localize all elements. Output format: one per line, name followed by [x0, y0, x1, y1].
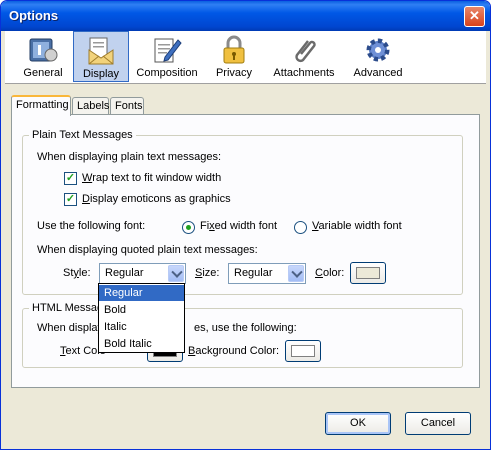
tab-fonts[interactable]: Fonts: [110, 97, 144, 115]
lock-icon: [223, 35, 245, 64]
fixed-width-label-pre: Fi: [200, 220, 210, 232]
variable-width-radio[interactable]: [294, 221, 307, 234]
wrap-text-accesskey: W: [82, 172, 93, 184]
style-select[interactable]: Regular: [99, 263, 186, 284]
style-dropdown-list: Regular Bold Italic Bold Italic: [98, 283, 185, 353]
style-label-rest: le:: [78, 267, 91, 279]
html-messages-group: HTML Messag When display es, use the fol…: [22, 302, 463, 368]
tab-formatting[interactable]: Formatting: [11, 95, 71, 116]
background-color-label-rest: ackground Color:: [195, 345, 280, 357]
quoted-color-button[interactable]: [350, 262, 386, 284]
style-option-bold[interactable]: Bold: [99, 302, 184, 318]
size-select-value: Regular: [234, 267, 273, 279]
fixed-width-label[interactable]: Fixed width font: [200, 220, 277, 232]
size-label: Size:: [195, 267, 219, 279]
wrap-text-checkbox[interactable]: ✓: [64, 172, 77, 185]
style-label: Style:: [63, 267, 91, 279]
quoted-text-intro: When displaying quoted plain text messag…: [37, 244, 258, 256]
toolbar-composition-label: Composition: [136, 67, 198, 79]
quoted-color-swatch: [356, 267, 380, 279]
plain-text-group: Plain Text Messages When displaying plai…: [22, 129, 463, 295]
wrap-text-label[interactable]: Wrap text to fit window width: [82, 172, 221, 184]
fixed-width-label-rest: ed width font: [214, 220, 278, 232]
paperclip-icon: [295, 40, 316, 63]
background-color-label: Background Color:: [188, 345, 279, 357]
style-option-bold-italic[interactable]: Bold Italic: [99, 336, 184, 352]
toolbar-advanced-button[interactable]: Advanced: [347, 31, 409, 82]
plain-text-intro: When displaying plain text messages:: [37, 151, 222, 163]
toolbar-display-label: Display: [82, 68, 120, 80]
toolbar-attachments-label: Attachments: [273, 67, 335, 79]
wrap-text-label-rest: rap text to fit window width: [92, 172, 222, 184]
tab-labels-label: Labels: [77, 100, 110, 112]
options-window: Options ✕ General Display Composition Pr…: [0, 0, 491, 450]
html-intro-right: es, use the following:: [194, 322, 297, 334]
ok-button[interactable]: OK: [325, 412, 391, 435]
emoticons-label-rest: isplay emoticons as graphics: [89, 193, 231, 205]
chevron-down-icon[interactable]: [288, 265, 304, 282]
style-select-value: Regular: [105, 267, 144, 279]
display-icon: [88, 37, 114, 65]
cancel-button[interactable]: Cancel: [405, 412, 471, 435]
title-bar[interactable]: Options ✕: [1, 1, 490, 31]
display-emoticons-label[interactable]: Display emoticons as graphics: [82, 193, 231, 205]
plain-text-group-title: Plain Text Messages: [29, 129, 136, 141]
size-label-rest: ize:: [202, 267, 220, 279]
toolbar-attachments-button[interactable]: Attachments: [267, 31, 341, 82]
composition-icon: [154, 38, 182, 63]
toolbar-advanced-label: Advanced: [353, 67, 403, 79]
fixed-width-radio[interactable]: [182, 221, 195, 234]
variable-width-label[interactable]: Variable width font: [312, 220, 402, 232]
category-toolbar: General Display Composition Privacy Atta…: [5, 31, 486, 84]
display-emoticons-checkbox[interactable]: ✓: [64, 193, 77, 206]
style-label-pre: St: [63, 267, 74, 279]
html-messages-group-title: HTML Messag: [29, 302, 107, 314]
tab-fonts-label: Fonts: [115, 100, 143, 112]
general-icon: [29, 38, 58, 62]
emoticons-accesskey: D: [82, 193, 90, 205]
radio-dot: [186, 225, 191, 230]
font-choice-label: Use the following font:: [37, 220, 146, 232]
toolbar-privacy-label: Privacy: [215, 67, 253, 79]
color-accesskey: C: [315, 267, 323, 279]
tab-labels[interactable]: Labels: [72, 97, 109, 115]
size-select[interactable]: Regular: [228, 263, 306, 284]
close-button[interactable]: ✕: [464, 6, 485, 27]
gear-icon: [366, 38, 390, 62]
toolbar-privacy-button[interactable]: Privacy: [209, 31, 259, 82]
color-label-rest: olor:: [322, 267, 345, 279]
color-label: Color:: [315, 267, 344, 279]
toolbar-general-label: General: [23, 67, 63, 79]
variable-width-label-rest: ariable width font: [318, 220, 402, 232]
style-option-regular[interactable]: Regular: [99, 285, 184, 301]
html-intro-left: When display: [37, 322, 104, 334]
style-option-italic[interactable]: Italic: [99, 319, 184, 335]
formatting-panel: Plain Text Messages When displaying plai…: [11, 114, 480, 388]
toolbar-general-button[interactable]: General: [17, 31, 69, 82]
window-title: Options: [9, 8, 59, 23]
chevron-down-icon[interactable]: [168, 265, 184, 282]
background-color-button[interactable]: [285, 340, 321, 362]
tab-formatting-label: Formatting: [16, 99, 69, 111]
toolbar-composition-button[interactable]: Composition: [133, 31, 201, 82]
toolbar-display-button[interactable]: Display: [73, 31, 129, 82]
background-color-swatch: [291, 345, 315, 357]
